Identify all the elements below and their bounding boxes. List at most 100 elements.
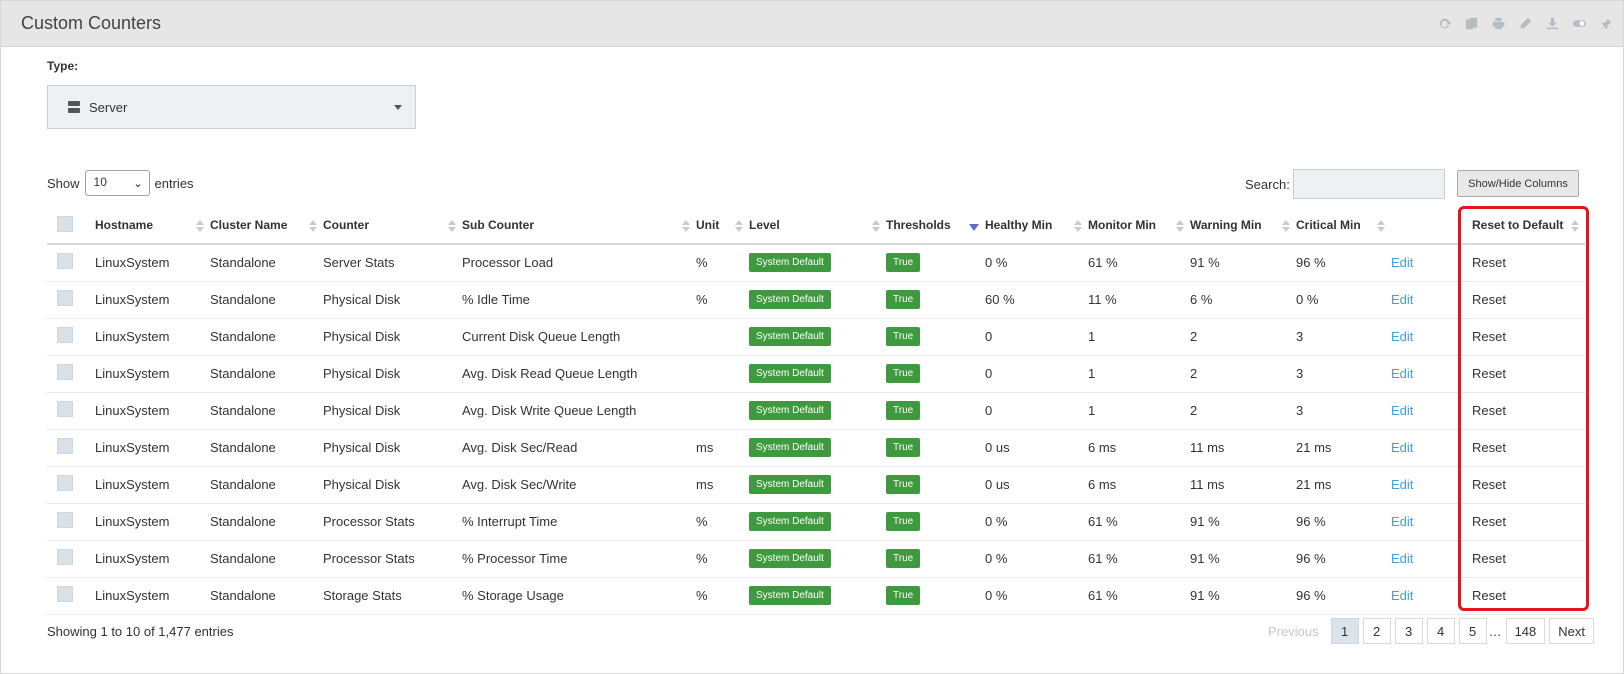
page-4-button[interactable]: 4 [1426,618,1455,644]
reset-link[interactable]: Reset [1472,551,1506,566]
edit-link[interactable]: Edit [1391,366,1413,381]
edit-link[interactable]: Edit [1391,551,1413,566]
header-monitor-min[interactable]: Monitor Min [1088,207,1190,245]
row-checkbox[interactable] [57,290,73,306]
row-checkbox[interactable] [57,364,73,380]
row-checkbox[interactable] [57,549,73,565]
type-select[interactable]: Server [47,85,416,129]
header-reset-to-default[interactable]: Reset to Default [1462,207,1585,245]
level-badge[interactable]: System Default [749,512,831,531]
cell-counter: Physical Disk [323,355,462,393]
show-hide-columns-button[interactable]: Show/Hide Columns [1457,170,1579,197]
header-cluster-name[interactable]: Cluster Name [210,207,323,245]
thresholds-badge[interactable]: True [886,364,921,383]
cell-healthy-min: 0 % [985,577,1088,615]
refresh-icon[interactable] [1436,15,1453,32]
thresholds-badge[interactable]: True [886,253,921,273]
thresholds-badge[interactable]: True [886,549,921,568]
header-hostname[interactable]: Hostname [95,207,210,245]
edit-link[interactable]: Edit [1391,329,1413,344]
level-badge[interactable]: System Default [749,327,831,346]
header-warning-min[interactable]: Warning Min [1190,207,1296,245]
header-thresholds[interactable]: Thresholds [886,207,985,245]
reset-link[interactable]: Reset [1472,588,1506,603]
cell-reset-link: Reset [1462,244,1585,282]
row-checkbox[interactable] [57,401,73,417]
thresholds-badge[interactable]: True [886,327,921,346]
download-icon[interactable] [1544,15,1561,32]
critical-min-value: 96 % [1296,514,1326,529]
cell-cluster-name: Standalone [210,503,323,541]
level-badge[interactable]: System Default [749,475,831,494]
cell-monitor-min: 6 ms [1088,429,1190,467]
healthy-min-value: 0 us [985,440,1010,455]
thresholds-badge[interactable]: True [886,401,921,420]
reset-link[interactable]: Reset [1472,366,1506,381]
page-2-button[interactable]: 2 [1362,618,1391,644]
header-critical-min[interactable]: Critical Min [1296,207,1391,245]
previous-button[interactable]: Previous [1260,618,1327,644]
sub-counter-value: Processor Load [462,255,554,271]
reset-link[interactable]: Reset [1472,514,1506,529]
reset-link[interactable]: Reset [1472,329,1506,344]
level-badge[interactable]: System Default [749,586,831,605]
cell-warning-min: 91 % [1190,503,1296,541]
edit-link[interactable]: Edit [1391,292,1413,307]
thresholds-badge[interactable]: True [886,438,921,457]
reset-link[interactable]: Reset [1472,255,1506,270]
edit-link[interactable]: Edit [1391,514,1413,529]
level-badge[interactable]: System Default [749,253,831,273]
edit-link[interactable]: Edit [1391,588,1413,603]
cell-thresholds: True [886,466,985,504]
reset-link[interactable]: Reset [1472,477,1506,492]
edit-link[interactable]: Edit [1391,255,1413,270]
level-badge[interactable]: System Default [749,364,831,383]
sort-icon [309,220,317,233]
thresholds-badge[interactable]: True [886,290,921,309]
row-checkbox[interactable] [57,253,73,270]
hostname-value: LinuxSystem [95,588,170,603]
reset-link[interactable]: Reset [1472,440,1506,455]
row-checkbox[interactable] [57,512,73,528]
level-badge[interactable]: System Default [749,290,831,309]
next-button[interactable]: Next [1549,618,1595,644]
level-badge[interactable]: System Default [749,438,831,457]
reset-link[interactable]: Reset [1472,292,1506,307]
cell-unit [696,318,749,356]
edit-link[interactable]: Edit [1391,477,1413,492]
row-checkbox[interactable] [57,438,73,454]
print-icon[interactable] [1490,15,1507,32]
entries-select[interactable]: 10 ⌄ [84,170,150,196]
toggle-icon[interactable] [1571,15,1588,32]
monitor-min-value: 6 ms [1088,440,1117,455]
thresholds-badge[interactable]: True [886,512,921,531]
panel-title: Custom Counters [21,13,162,33]
page-5-button[interactable]: 5 [1458,618,1487,644]
row-checkbox[interactable] [57,586,73,602]
page-last-button[interactable]: 148 [1505,618,1546,644]
reset-link[interactable]: Reset [1472,403,1506,418]
row-checkbox[interactable] [57,327,73,343]
pagination: Previous 1 2 3 4 5 … 148 Next [1256,618,1595,644]
header-counter[interactable]: Counter [323,207,462,245]
pin-icon[interactable] [1598,15,1615,32]
edit-link[interactable]: Edit [1391,440,1413,455]
header-sub-counter[interactable]: Sub Counter [462,207,696,245]
level-badge[interactable]: System Default [749,549,831,568]
thresholds-badge[interactable]: True [886,475,921,494]
page-1-button[interactable]: 1 [1330,618,1359,644]
select-all-checkbox[interactable] [57,215,73,232]
thresholds-badge[interactable]: True [886,586,921,605]
row-checkbox[interactable] [57,475,73,491]
level-badge[interactable]: System Default [749,401,831,420]
row-select-cell [47,281,95,319]
search-input[interactable] [1293,169,1445,199]
cell-unit [696,355,749,393]
header-healthy-min[interactable]: Healthy Min [985,207,1088,245]
page-3-button[interactable]: 3 [1394,618,1423,644]
header-level[interactable]: Level [749,207,886,245]
edit-icon[interactable] [1517,15,1534,32]
header-unit[interactable]: Unit [696,207,749,245]
copy-icon[interactable] [1463,15,1480,32]
edit-link[interactable]: Edit [1391,403,1413,418]
